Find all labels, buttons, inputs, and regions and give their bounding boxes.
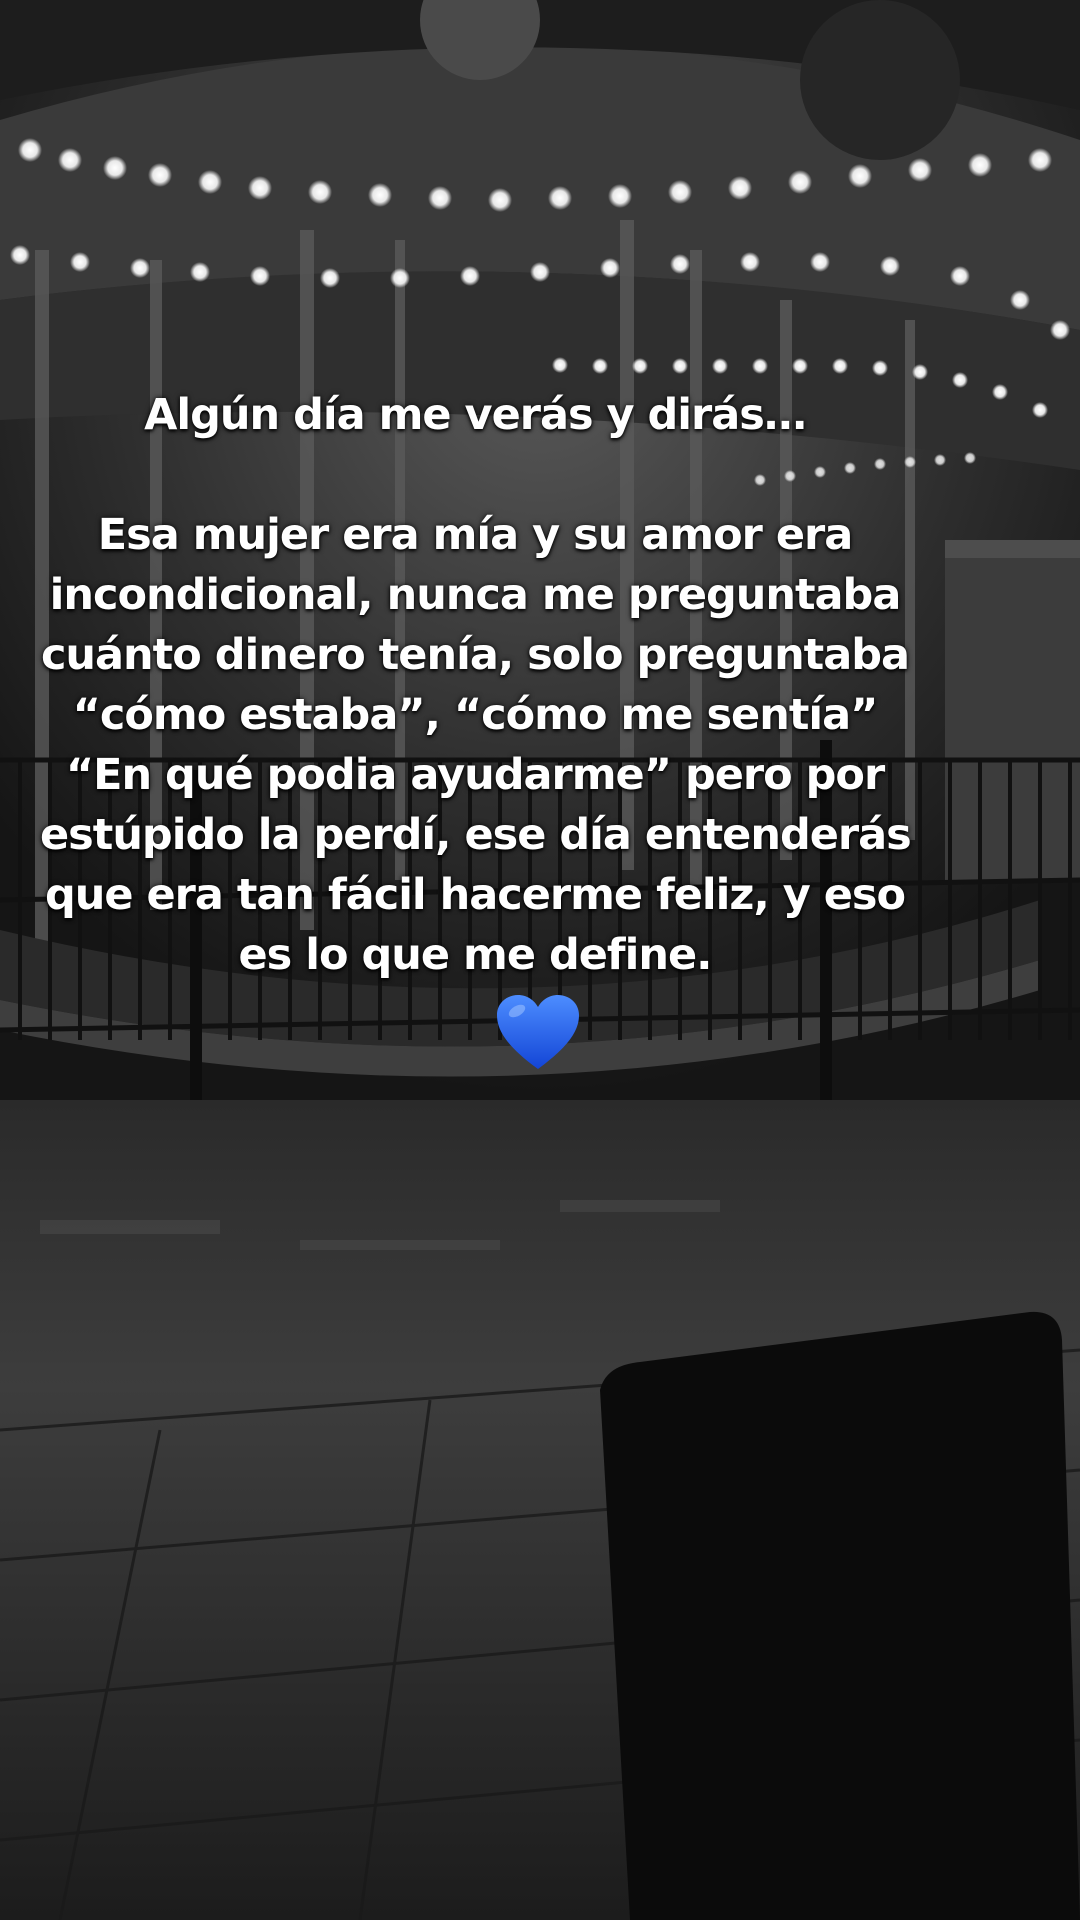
caption-line: que era tan fácil hacerme feliz, y eso xyxy=(44,870,906,920)
caption-body: Esa mujer era mía y su amor era incondic… xyxy=(40,505,912,985)
caption-line: incondicional, nunca me preguntaba xyxy=(49,570,902,620)
caption-line: “En qué podia ayudarme” pero por xyxy=(65,750,885,800)
caption-intro: Algún día me verás y dirás… xyxy=(144,390,807,440)
caption-line: es lo que me define. xyxy=(238,930,713,980)
caption-line: estúpido la perdí, ese día entenderás xyxy=(40,810,912,860)
caption-line: cuánto dinero tenía, solo preguntaba xyxy=(40,630,910,680)
story-screen: Algún día me verás y dirás… Esa mujer er… xyxy=(0,0,1080,1920)
caption-line: Esa mujer era mía y su amor era xyxy=(97,510,853,560)
caption-line: “cómo estaba”, “cómo me sentía” xyxy=(72,690,879,740)
blue-heart-icon xyxy=(497,995,579,1069)
